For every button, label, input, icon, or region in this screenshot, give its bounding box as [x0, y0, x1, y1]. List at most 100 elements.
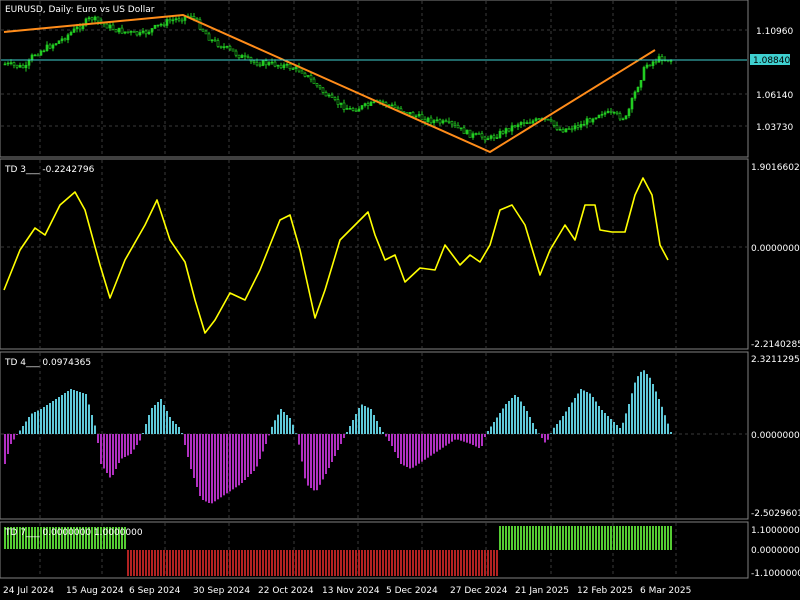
candle-body: [129, 31, 133, 33]
td4-bar: [25, 421, 27, 434]
td7-bar: [454, 550, 456, 576]
candle-body: [33, 54, 37, 57]
candle-body: [114, 29, 118, 33]
td4-bar: [46, 405, 48, 434]
td4-bar: [466, 434, 468, 443]
td4-bar: [616, 425, 618, 434]
candle-body: [495, 137, 499, 139]
td4-bar: [493, 422, 495, 434]
td7-bar: [457, 550, 459, 576]
td7-bar: [664, 526, 666, 550]
td7-bar: [484, 550, 486, 576]
td7-bar: [253, 550, 255, 576]
td7-bar: [130, 550, 132, 576]
candle-body: [156, 24, 160, 27]
candle-body: [267, 62, 271, 66]
td4-bar: [289, 418, 291, 434]
td4-bar: [649, 377, 651, 434]
td4-bar: [358, 408, 360, 434]
td7-bar: [289, 550, 291, 576]
td7-bar: [379, 550, 381, 576]
candle-body: [561, 129, 565, 133]
td4-bar: [505, 404, 507, 434]
td4-bar: [256, 434, 258, 467]
candle-body: [417, 114, 421, 117]
td7-bar: [625, 526, 627, 550]
candle-body: [36, 54, 40, 57]
td7-bar: [328, 550, 330, 576]
candle-body: [591, 118, 595, 123]
candle-body: [294, 66, 298, 69]
td4-bar: [304, 434, 306, 479]
td7-bar: [301, 550, 303, 576]
candle-body: [219, 45, 223, 48]
td4-bar: [394, 434, 396, 452]
candle-body: [318, 85, 322, 89]
td4-bar: [115, 434, 117, 469]
td4-bar: [640, 371, 642, 434]
td4-bar: [277, 414, 279, 434]
candle-body: [618, 113, 622, 120]
td4-bar: [340, 434, 342, 444]
td4-bar: [334, 434, 336, 456]
td7-bar: [628, 526, 630, 550]
candle-body: [243, 55, 247, 57]
candle-body: [255, 61, 259, 66]
td4-bar: [451, 434, 453, 442]
td4-bar: [367, 407, 369, 434]
candle-body: [312, 78, 316, 84]
td4-bar: [469, 434, 471, 444]
td4-bar: [349, 426, 351, 434]
candle-body: [504, 128, 508, 134]
candle-body: [363, 103, 367, 106]
td7-bar: [481, 550, 483, 576]
td4-bar: [319, 434, 321, 485]
candle-body: [624, 115, 628, 120]
td7-bar: [442, 550, 444, 576]
td4-bar: [328, 434, 330, 468]
td7-bar: [382, 550, 384, 576]
candle-body: [231, 48, 235, 52]
td7-bar: [127, 550, 129, 576]
candle-body: [459, 127, 463, 130]
time-label: 5 Dec 2024: [386, 586, 438, 596]
candle-body: [171, 19, 175, 22]
td7-bar: [637, 526, 639, 550]
td7-bar: [304, 550, 306, 576]
td7-bar: [295, 550, 297, 576]
td7-bar: [136, 550, 138, 576]
td4-bar: [43, 407, 45, 434]
candle-body: [669, 60, 673, 62]
td4-bar: [667, 423, 669, 434]
td7-bar: [313, 550, 315, 576]
candle-body: [126, 31, 130, 34]
td7-bar: [361, 550, 363, 576]
candle-body: [633, 91, 637, 99]
td7-bar: [634, 526, 636, 550]
trading-chart[interactable]: EURUSD, Daily: Euro vs US Dollar TD 3___…: [0, 0, 800, 600]
td7-bar: [238, 550, 240, 576]
td7-bar: [397, 550, 399, 576]
candle-body: [372, 101, 376, 104]
td4-bar: [373, 415, 375, 434]
td7-bar: [331, 550, 333, 576]
td4-bar: [565, 411, 567, 434]
td4-bar: [418, 434, 420, 464]
td4-bar: [139, 434, 141, 441]
td7-bar: [133, 550, 135, 576]
candle-body: [438, 119, 442, 124]
candle-body: [234, 50, 238, 56]
td7-bar: [517, 526, 519, 550]
td7-bar: [208, 550, 210, 576]
td7-bar: [142, 550, 144, 576]
td4-bar: [547, 434, 549, 440]
candle-body: [600, 114, 604, 116]
td7-bar: [550, 526, 552, 550]
td7-bar: [529, 526, 531, 550]
candle-body: [450, 121, 454, 125]
td4-bar: [31, 413, 33, 434]
candle-body: [111, 24, 115, 30]
candle-body: [330, 94, 334, 98]
candle-body: [90, 17, 94, 21]
candle-body: [213, 39, 217, 42]
